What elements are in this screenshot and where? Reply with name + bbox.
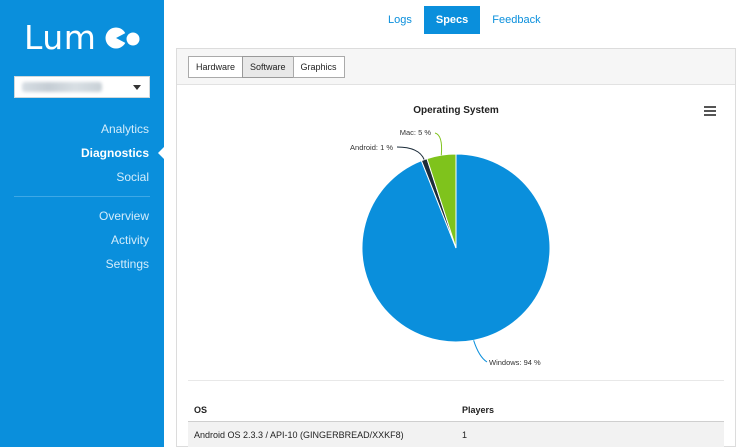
header-players: Players — [462, 405, 495, 415]
cell-players: 1 — [462, 430, 468, 440]
sidebar-item-social[interactable]: Social — [81, 165, 149, 189]
logo-mark-icon — [105, 27, 140, 49]
specs-panel: Hardware Software Graphics Operating Sys… — [176, 48, 736, 447]
sidebar-item-settings[interactable]: Settings — [99, 252, 149, 276]
pie-chart: Windows: 94 % Android: 1 % Mac: 5 % — [350, 128, 551, 367]
active-pointer-icon — [158, 147, 164, 159]
chevron-down-icon — [133, 85, 141, 90]
nav-primary: Analytics Diagnostics Social — [81, 117, 149, 189]
tab-logs[interactable]: Logs — [376, 6, 424, 34]
pie-connector-android — [396, 146, 425, 160]
sidebar: Lum Analytics Diagnostics Social Overvie… — [0, 0, 164, 447]
sidebar-item-activity[interactable]: Activity — [99, 228, 149, 252]
pie-connector-windows — [473, 340, 488, 363]
pie-connector-mac — [434, 132, 443, 156]
os-table: OS Players Android OS 2.3.3 / API-10 (GI… — [188, 398, 724, 447]
sidebar-item-analytics[interactable]: Analytics — [81, 117, 149, 141]
tab-feedback[interactable]: Feedback — [480, 6, 552, 34]
game-name-obscured — [22, 82, 102, 92]
nav-secondary: Overview Activity Settings — [99, 204, 149, 276]
game-select-dropdown[interactable] — [14, 76, 150, 98]
table-row[interactable]: Android OS 2.3.3 / API-10 (GINGERBREAD/X… — [188, 422, 724, 447]
sidebar-item-overview[interactable]: Overview — [99, 204, 149, 228]
sidebar-divider — [14, 196, 150, 197]
table-header: OS Players — [188, 398, 724, 422]
top-tabs: Logs Specs Feedback — [376, 6, 553, 34]
sidebar-item-diagnostics[interactable]: Diagnostics — [81, 141, 149, 165]
header-os: OS — [194, 405, 208, 415]
cell-os: Android OS 2.3.3 / API-10 (GINGERBREAD/X… — [194, 430, 404, 440]
pie-label-windows: Windows: 94 % — [489, 358, 541, 367]
chart-separator — [188, 380, 724, 381]
pie-label-android: Android: 1 % — [350, 143, 393, 152]
tab-specs[interactable]: Specs — [423, 6, 481, 34]
lumos-logo[interactable]: Lum — [24, 18, 142, 58]
logo-text: Lum — [24, 18, 97, 57]
pie-label-mac: Mac: 5 % — [400, 128, 432, 137]
